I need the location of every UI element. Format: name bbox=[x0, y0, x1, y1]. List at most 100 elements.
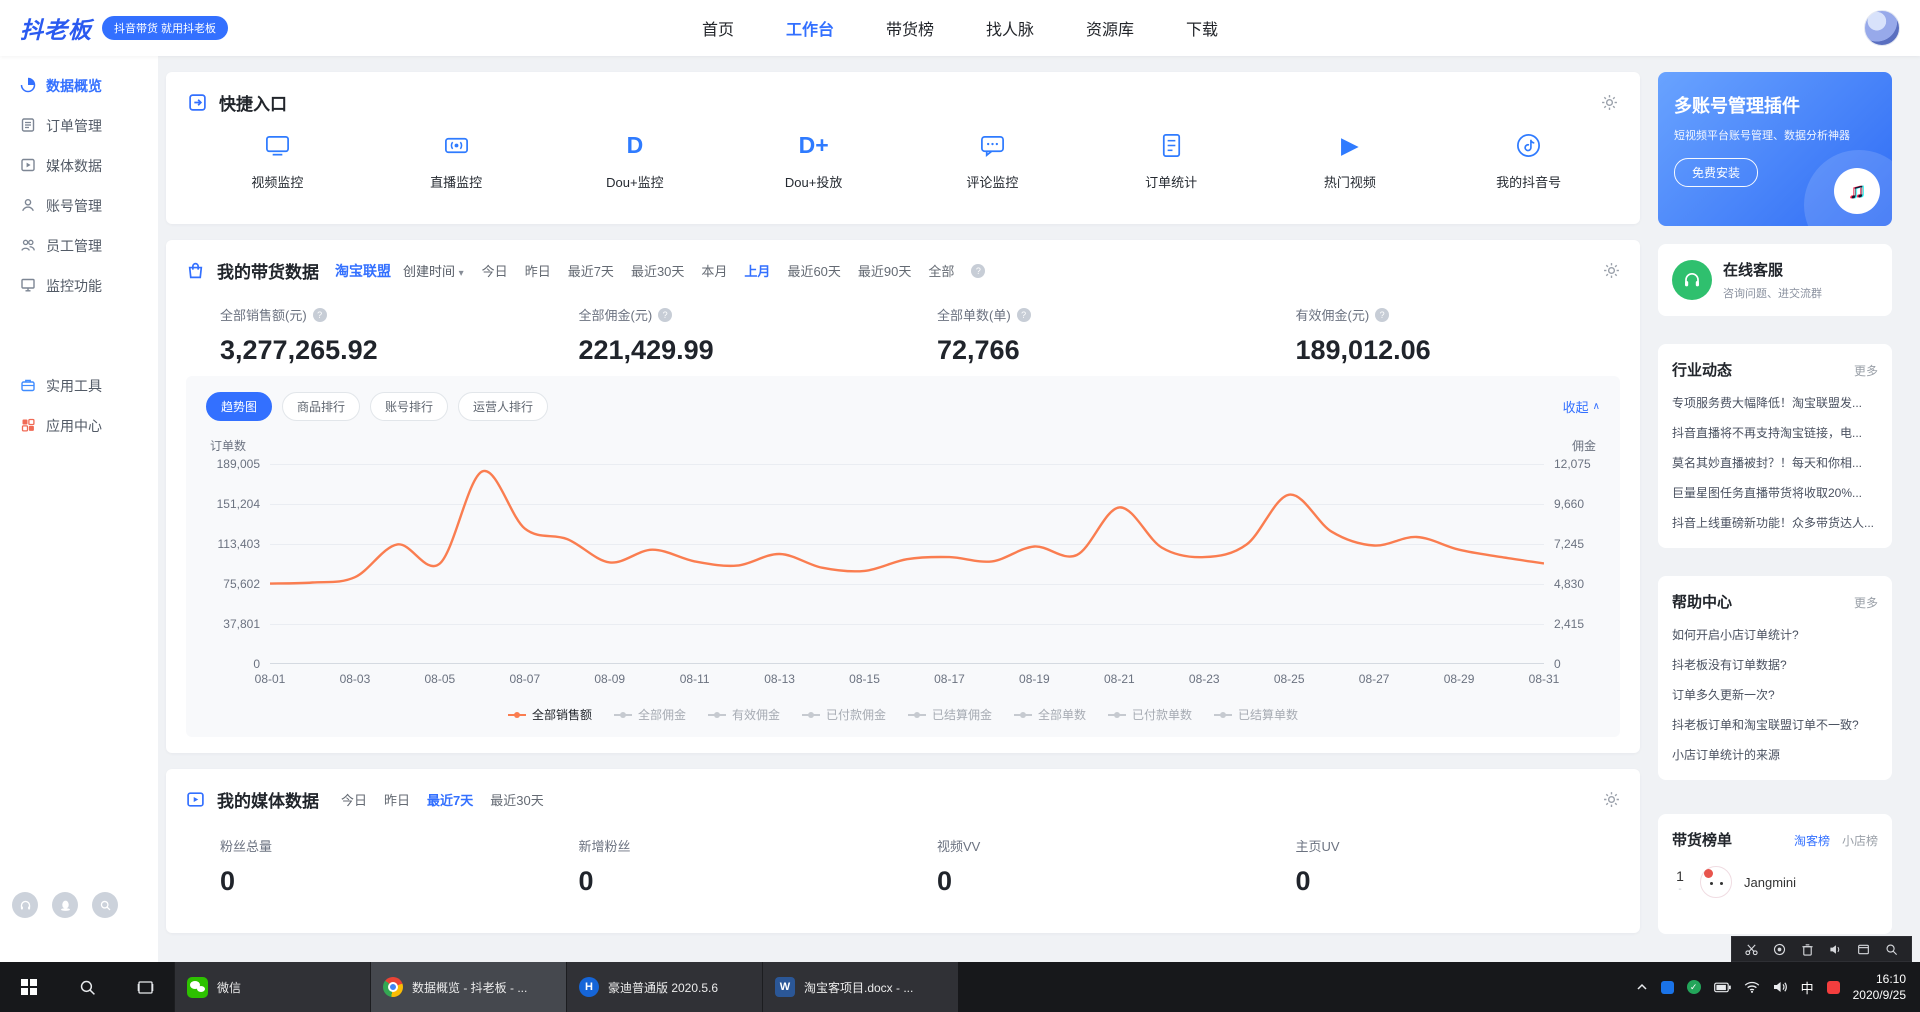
news-item[interactable]: 抖音直播将不再支持淘宝链接，电... bbox=[1672, 418, 1878, 448]
sidebar-item-app-center[interactable]: 应用中心 bbox=[0, 406, 158, 446]
tab-shop-rank[interactable]: 小店榜 bbox=[1842, 832, 1878, 849]
nav-item-resources[interactable]: 资源库 bbox=[1086, 16, 1134, 40]
quick-item-video-monitor[interactable]: 视频监控 bbox=[188, 129, 367, 191]
filter-all[interactable]: 全部 bbox=[928, 261, 954, 280]
sidebar-item-orders[interactable]: 订单管理 bbox=[0, 106, 158, 146]
qq-float-icon[interactable] bbox=[52, 892, 78, 918]
app-logo[interactable]: 抖老板 bbox=[20, 11, 92, 45]
tab-operator-rank[interactable]: 运营人排行 bbox=[458, 392, 549, 421]
sidebar-item-monitoring[interactable]: 监控功能 bbox=[0, 266, 158, 306]
hidden-icons-chevron-icon[interactable] bbox=[1636, 983, 1648, 991]
nav-item-rank[interactable]: 带货榜 bbox=[886, 16, 934, 40]
create-time-dropdown[interactable]: 创建时间 ▾ bbox=[403, 261, 464, 280]
news-more-link[interactable]: 更多 bbox=[1854, 362, 1878, 379]
info-icon[interactable]: ? bbox=[1016, 307, 1031, 322]
quick-item-my-douyin[interactable]: 我的抖音号 bbox=[1439, 129, 1618, 191]
taskbar-app-word[interactable]: W 淘宝客项目.docx - ... bbox=[762, 962, 958, 1012]
sidebar-item-staff[interactable]: 员工管理 bbox=[0, 226, 158, 266]
sales-settings-gear-icon[interactable] bbox=[1603, 262, 1620, 279]
media-filter-7days[interactable]: 最近7天 bbox=[427, 790, 473, 809]
online-service-card[interactable]: 在线客服 咨询问题、进交流群 bbox=[1658, 244, 1892, 316]
taskbar-app-chrome[interactable]: 数据概览 - 抖老板 - ... bbox=[370, 962, 566, 1012]
filter-7days[interactable]: 最近7天 bbox=[568, 261, 614, 280]
legend-paid-commission[interactable]: 已付款佣金 bbox=[801, 706, 886, 723]
feedback-float-icon[interactable] bbox=[92, 892, 118, 918]
nav-item-download[interactable]: 下载 bbox=[1186, 16, 1218, 40]
tab-taobao-alliance[interactable]: 淘宝联盟 bbox=[335, 261, 391, 281]
info-icon[interactable]: ? bbox=[658, 307, 673, 322]
taskbar-search-button[interactable] bbox=[58, 962, 116, 1012]
trash-icon[interactable] bbox=[1801, 943, 1814, 956]
taskbar-app-haodi[interactable]: H 豪迪普通版 2020.5.6 bbox=[566, 962, 762, 1012]
help-item[interactable]: 抖老板订单和淘宝联盟订单不一致? bbox=[1672, 710, 1878, 740]
info-icon[interactable]: ? bbox=[1375, 307, 1390, 322]
filter-90days[interactable]: 最近90天 bbox=[858, 261, 911, 280]
news-item[interactable]: 抖音上线重磅新功能！众多带货达人... bbox=[1672, 508, 1878, 538]
info-icon[interactable]: ? bbox=[312, 307, 327, 322]
help-item[interactable]: 小店订单统计的来源 bbox=[1672, 740, 1878, 770]
help-icon[interactable]: ? bbox=[971, 263, 986, 278]
onedrive-tray-icon[interactable] bbox=[1660, 980, 1674, 994]
security-shield-tray-icon[interactable]: ✓ bbox=[1686, 980, 1701, 994]
media-filter-30days[interactable]: 最近30天 bbox=[490, 790, 543, 809]
start-button[interactable] bbox=[0, 962, 58, 1012]
tab-product-rank[interactable]: 商品排行 bbox=[282, 392, 361, 421]
news-item[interactable]: 巨量星图任务直播带货将收取20%... bbox=[1672, 478, 1878, 508]
legend-paid-orders[interactable]: 已付款单数 bbox=[1108, 706, 1192, 723]
legend-settled-orders[interactable]: 已结算单数 bbox=[1214, 706, 1298, 723]
help-item[interactable]: 订单多久更新一次? bbox=[1672, 680, 1878, 710]
help-item[interactable]: 如何开启小店订单统计? bbox=[1672, 620, 1878, 650]
news-item[interactable]: 莫名其妙直播被封？！每天和你相... bbox=[1672, 448, 1878, 478]
nav-item-workbench[interactable]: 工作台 bbox=[786, 16, 834, 40]
quick-item-comment-monitor[interactable]: 评论监控 bbox=[903, 129, 1082, 191]
filter-30days[interactable]: 最近30天 bbox=[631, 261, 684, 280]
search-icon[interactable] bbox=[1885, 943, 1898, 956]
task-view-button[interactable] bbox=[116, 962, 174, 1012]
legend-settled-commission[interactable]: 已结算佣金 bbox=[908, 706, 992, 723]
sidebar-item-media-data[interactable]: 媒体数据 bbox=[0, 146, 158, 186]
user-avatar[interactable] bbox=[1864, 10, 1900, 46]
rank-row[interactable]: 1- Jangmini bbox=[1672, 866, 1878, 898]
news-item[interactable]: 专项服务费大幅降低！淘宝联盟发... bbox=[1672, 388, 1878, 418]
quick-item-order-stats[interactable]: 订单统计 bbox=[1082, 129, 1261, 191]
sidebar-item-data-overview[interactable]: 数据概览 bbox=[0, 66, 158, 106]
sidebar-item-tools[interactable]: 实用工具 bbox=[0, 366, 158, 406]
free-install-button[interactable]: 免费安装 bbox=[1674, 158, 1759, 187]
quick-item-dou-delivery[interactable]: D+ Dou+投放 bbox=[724, 129, 903, 191]
quick-item-dou-monitor[interactable]: D Dou+监控 bbox=[546, 129, 725, 191]
taskbar-app-wechat[interactable]: 微信 bbox=[174, 962, 370, 1012]
taskbar-clock[interactable]: 16:10 2020/9/25 bbox=[1853, 971, 1906, 1003]
filter-60days[interactable]: 最近60天 bbox=[787, 261, 840, 280]
window-icon[interactable] bbox=[1857, 943, 1870, 956]
filter-this-month[interactable]: 本月 bbox=[701, 261, 727, 280]
scissors-icon[interactable] bbox=[1745, 943, 1758, 956]
nav-item-home[interactable]: 首页 bbox=[702, 16, 734, 40]
media-filter-yesterday[interactable]: 昨日 bbox=[384, 790, 410, 809]
tab-taoke-rank[interactable]: 淘客榜 bbox=[1794, 832, 1830, 849]
help-more-link[interactable]: 更多 bbox=[1854, 594, 1878, 611]
line-chart-plot[interactable] bbox=[270, 464, 1544, 664]
help-item[interactable]: 抖老板没有订单数据? bbox=[1672, 650, 1878, 680]
legend-valid-commission[interactable]: 有效佣金 bbox=[707, 706, 780, 723]
quick-item-hot-videos[interactable]: ▶ 热门视频 bbox=[1261, 129, 1440, 191]
nav-item-network[interactable]: 找人脉 bbox=[986, 16, 1034, 40]
wifi-icon[interactable] bbox=[1744, 981, 1760, 993]
tab-trend-chart[interactable]: 趋势图 bbox=[206, 392, 273, 421]
filter-last-month[interactable]: 上月 bbox=[744, 261, 770, 280]
filter-today[interactable]: 今日 bbox=[482, 261, 508, 280]
legend-total-commission[interactable]: 全部佣金 bbox=[613, 706, 686, 723]
volume-icon[interactable] bbox=[1773, 981, 1788, 993]
battery-icon[interactable] bbox=[1713, 982, 1731, 993]
filter-yesterday[interactable]: 昨日 bbox=[525, 261, 551, 280]
sogou-tray-icon[interactable] bbox=[1826, 980, 1840, 994]
speaker-icon[interactable] bbox=[1829, 943, 1842, 956]
legend-total-sales[interactable]: 全部销售额 bbox=[507, 706, 592, 723]
tab-account-rank[interactable]: 账号排行 bbox=[370, 392, 449, 421]
legend-total-orders[interactable]: 全部单数 bbox=[1014, 706, 1086, 723]
record-icon[interactable] bbox=[1773, 943, 1786, 956]
customer-service-float-icon[interactable] bbox=[12, 892, 38, 918]
ime-indicator[interactable]: 中 bbox=[1801, 978, 1814, 997]
media-filter-today[interactable]: 今日 bbox=[341, 790, 367, 809]
collapse-button[interactable]: 收起 ∧ bbox=[1563, 397, 1600, 416]
media-settings-gear-icon[interactable] bbox=[1603, 791, 1620, 808]
